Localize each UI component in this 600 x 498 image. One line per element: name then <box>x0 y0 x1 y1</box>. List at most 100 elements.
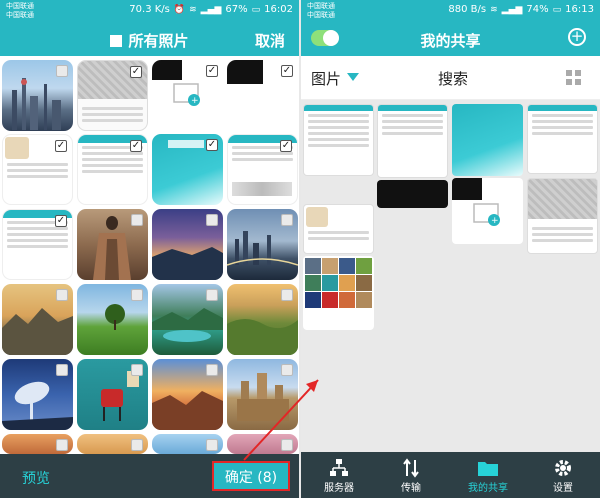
photo-thumbnail[interactable] <box>77 284 148 355</box>
photo-thumbnail[interactable] <box>77 359 148 430</box>
carrier-label: 中国联通 <box>6 11 34 19</box>
svg-text:+: + <box>491 216 499 226</box>
shared-item[interactable] <box>303 204 374 254</box>
clock: 16:02 <box>264 4 293 15</box>
select-checkbox[interactable] <box>131 364 143 376</box>
select-checkbox[interactable] <box>206 364 218 376</box>
select-checkbox[interactable] <box>56 65 68 77</box>
cancel-button[interactable]: 取消 <box>255 30 285 51</box>
my-share-screen: 中国联通 中国联通 880 B/s ≋ ▂▄▆ 74% ▭ 16:13 我的共享… <box>301 0 600 498</box>
bottom-navigation: 服务器 传输 我的共享 设置 <box>301 452 600 498</box>
network-speed: 70.3 K/s <box>129 4 170 15</box>
select-checkbox[interactable]: ✓ <box>55 140 67 152</box>
photo-thumbnail[interactable]: ✓ <box>227 60 298 131</box>
bottom-action-bar: 预览 确定 (8) <box>0 454 299 498</box>
photo-thumbnail[interactable] <box>152 284 223 355</box>
select-checkbox[interactable] <box>56 364 68 376</box>
shared-item[interactable] <box>377 104 448 178</box>
status-bar: 中国联通 中国联通 70.3 K/s ⏰ ≋ ▂▄▆ 67% ▭ 16:02 <box>0 0 299 22</box>
select-checkbox[interactable] <box>281 289 293 301</box>
shared-item[interactable] <box>527 104 598 174</box>
nav-server[interactable]: 服务器 <box>309 457 369 494</box>
battery-level: 74% <box>526 4 549 15</box>
select-checkbox[interactable] <box>131 289 143 301</box>
photo-thumbnail[interactable] <box>227 359 298 430</box>
select-all-checkbox[interactable] <box>110 35 123 47</box>
shared-item[interactable] <box>377 180 448 208</box>
grid-view-icon[interactable] <box>566 70 582 86</box>
server-icon <box>309 457 369 479</box>
select-checkbox[interactable] <box>131 214 143 226</box>
photo-thumbnail[interactable]: ✓ <box>77 134 148 205</box>
folder-icon <box>458 457 518 479</box>
photo-thumbnail[interactable] <box>152 434 223 454</box>
photo-thumbnail[interactable] <box>2 359 73 430</box>
shared-item[interactable] <box>303 104 374 176</box>
shared-item[interactable] <box>303 256 374 330</box>
battery-icon: ▭ <box>552 4 562 15</box>
top-app-bar: 所有照片 取消 <box>0 22 299 56</box>
photo-thumbnail[interactable]: ✓ <box>2 134 73 205</box>
select-checkbox[interactable]: ✓ <box>206 139 218 151</box>
photo-thumbnail[interactable] <box>2 60 73 131</box>
confirm-button[interactable]: 确定 (8) <box>212 461 290 491</box>
select-checkbox[interactable] <box>131 439 143 451</box>
photo-thumbnail[interactable] <box>77 209 148 280</box>
photo-thumbnail[interactable] <box>77 434 148 454</box>
nav-settings[interactable]: 设置 <box>533 457 593 494</box>
photo-thumbnail[interactable] <box>2 434 73 454</box>
select-checkbox[interactable]: ✓ <box>130 66 142 78</box>
shared-item[interactable] <box>452 104 523 176</box>
filter-bar: 图片 搜索 <box>301 56 600 100</box>
carrier-label: 中国联通 <box>307 11 335 19</box>
wifi-icon: ≋ <box>490 4 498 15</box>
clock: 16:13 <box>565 4 594 15</box>
select-checkbox[interactable] <box>206 439 218 451</box>
carrier-info: 中国联通 中国联通 <box>307 2 335 20</box>
wifi-icon: ≋ <box>189 4 197 15</box>
photo-thumbnail[interactable]: ✓ <box>227 134 298 205</box>
select-checkbox[interactable] <box>206 289 218 301</box>
transfer-icon <box>381 457 441 479</box>
photo-thumbnail[interactable] <box>152 209 223 280</box>
select-checkbox[interactable]: ✓ <box>206 65 218 77</box>
battery-icon: ▭ <box>251 4 261 15</box>
photo-grid: ✓ + ✓ ✓ ✓ ✓ ✓ ✓ ✓ <box>0 56 299 454</box>
category-dropdown[interactable]: 图片 <box>311 68 341 89</box>
nav-label: 传输 <box>401 483 421 494</box>
photo-thumbnail[interactable] <box>152 359 223 430</box>
select-checkbox[interactable] <box>281 364 293 376</box>
nav-label: 设置 <box>553 483 573 494</box>
photo-thumbnail[interactable] <box>227 209 298 280</box>
photo-thumbnail[interactable]: ✓ <box>152 134 223 205</box>
photo-thumbnail[interactable]: ✓ <box>2 209 73 280</box>
add-button[interactable]: + <box>568 28 586 46</box>
select-checkbox[interactable] <box>56 289 68 301</box>
select-checkbox[interactable] <box>206 214 218 226</box>
photo-thumbnail[interactable]: ✓ <box>77 60 148 131</box>
select-checkbox[interactable] <box>281 214 293 226</box>
photo-thumbnail[interactable] <box>2 284 73 355</box>
select-checkbox[interactable] <box>56 439 68 451</box>
alarm-icon: ⏰ <box>173 4 186 15</box>
preview-button[interactable]: 预览 <box>22 468 50 488</box>
page-title: 我的共享 <box>420 32 481 50</box>
nav-label: 我的共享 <box>468 483 508 494</box>
select-checkbox[interactable]: ✓ <box>55 215 67 227</box>
select-checkbox[interactable] <box>281 439 293 451</box>
gear-icon <box>533 457 593 479</box>
photo-thumbnail[interactable]: + ✓ <box>152 60 223 131</box>
chevron-down-icon[interactable] <box>347 73 359 81</box>
select-checkbox[interactable]: ✓ <box>280 140 292 152</box>
photo-thumbnail[interactable] <box>227 284 298 355</box>
signal-icon: ▂▄▆ <box>501 4 523 15</box>
select-checkbox[interactable]: ✓ <box>130 140 142 152</box>
search-button[interactable]: 搜索 <box>438 68 468 89</box>
nav-my-share[interactable]: 我的共享 <box>458 457 518 494</box>
shared-item[interactable]: + <box>452 178 523 244</box>
nav-transfer[interactable]: 传输 <box>381 457 441 494</box>
photo-thumbnail[interactable] <box>227 434 298 454</box>
shared-item[interactable] <box>527 178 598 254</box>
select-checkbox[interactable]: ✓ <box>281 65 293 77</box>
carrier-label: 中国联通 <box>6 2 34 10</box>
